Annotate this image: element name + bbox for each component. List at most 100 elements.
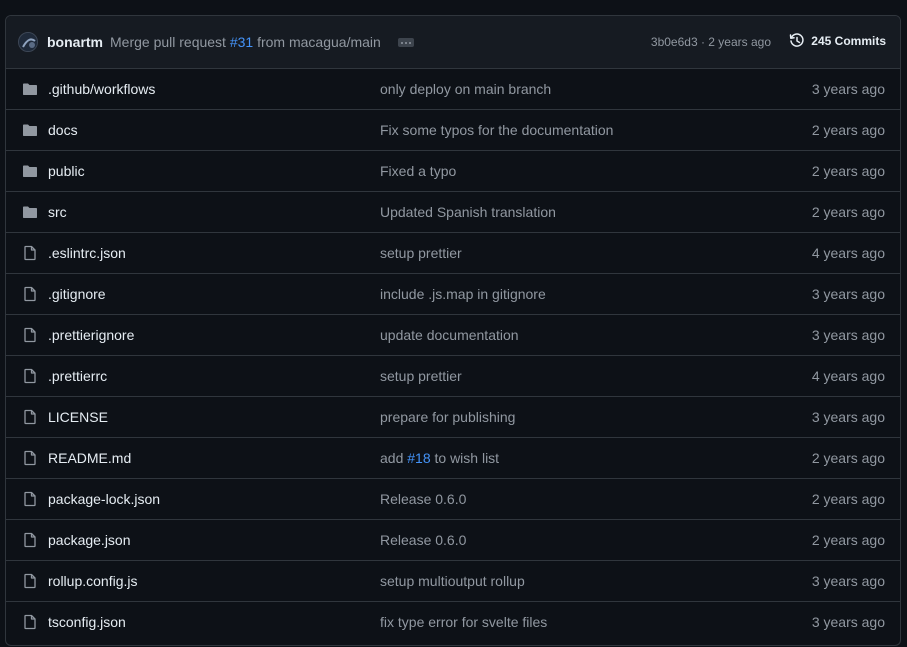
file-name-link[interactable]: package-lock.json bbox=[48, 491, 160, 507]
file-commit-message[interactable]: Fixed a typo bbox=[380, 163, 456, 179]
file-name-link[interactable]: .eslintrc.json bbox=[48, 245, 126, 261]
file-commit-message[interactable]: only deploy on main branch bbox=[380, 81, 551, 97]
history-icon bbox=[790, 33, 804, 47]
file-row[interactable]: .prettierrc setup prettier 4 years ago bbox=[6, 356, 900, 397]
file-name-link[interactable]: tsconfig.json bbox=[48, 614, 126, 630]
file-commit-message[interactable]: add #18 to wish list bbox=[380, 450, 499, 466]
file-row[interactable]: README.md add #18 to wish list 2 years ago bbox=[6, 438, 900, 479]
folder-icon bbox=[22, 81, 38, 97]
file-icon bbox=[22, 450, 38, 466]
commit-message-suffix: from macagua/main bbox=[253, 34, 381, 50]
file-name-link[interactable]: .prettierignore bbox=[48, 327, 134, 343]
commit-message-text: Updated Spanish translation bbox=[380, 204, 556, 220]
latest-commit-header: bonartm Merge pull request #31 from maca… bbox=[6, 16, 900, 69]
file-commit-message[interactable]: Fix some typos for the documentation bbox=[380, 122, 613, 138]
folder-icon bbox=[22, 204, 38, 220]
file-commit-message[interactable]: Release 0.6.0 bbox=[380, 491, 466, 507]
commit-message-text: setup prettier bbox=[380, 245, 462, 261]
file-row[interactable]: rollup.config.js setup multioutput rollup… bbox=[6, 561, 900, 602]
file-commit-message[interactable]: setup multioutput rollup bbox=[380, 573, 525, 589]
file-commit-age[interactable]: 4 years ago bbox=[812, 245, 885, 261]
commit-message-text: only deploy on main branch bbox=[380, 81, 552, 97]
file-icon bbox=[22, 491, 38, 507]
file-name-link[interactable]: package.json bbox=[48, 532, 131, 548]
file-commit-age[interactable]: 2 years ago bbox=[812, 122, 885, 138]
file-row[interactable]: docs Fix some typos for the documentation… bbox=[6, 110, 900, 151]
file-row[interactable]: .eslintrc.json setup prettier 4 years ago bbox=[6, 233, 900, 274]
file-commit-message[interactable]: Release 0.6.0 bbox=[380, 532, 466, 548]
commit-message-prefix: Merge pull request bbox=[110, 34, 230, 50]
commit-message-suffix: to wish list bbox=[430, 450, 500, 466]
commit-message-text: setup prettier bbox=[380, 368, 462, 384]
file-commit-age[interactable]: 3 years ago bbox=[812, 327, 885, 343]
file-icon bbox=[22, 409, 38, 425]
file-commit-message[interactable]: fix type error for svelte files bbox=[380, 614, 547, 630]
file-name-link[interactable]: public bbox=[48, 163, 85, 179]
file-icon bbox=[22, 532, 38, 548]
file-name-link[interactable]: .gitignore bbox=[48, 286, 106, 302]
file-icon bbox=[22, 327, 38, 343]
file-commit-age[interactable]: 2 years ago bbox=[812, 204, 885, 220]
commit-message-prefix: add bbox=[380, 450, 408, 466]
file-row[interactable]: src Updated Spanish translation 2 years ag… bbox=[6, 192, 900, 233]
commit-message-text: Fix some typos for the documentation bbox=[380, 122, 614, 138]
file-commit-age[interactable]: 2 years ago bbox=[812, 532, 885, 548]
file-commit-age[interactable]: 3 years ago bbox=[812, 614, 885, 630]
file-name-link[interactable]: docs bbox=[48, 122, 78, 138]
file-commit-message[interactable]: Updated Spanish translation bbox=[380, 204, 556, 220]
commit-message-text: include .js.map in gitignore bbox=[380, 286, 546, 302]
commit-message-text: fix type error for svelte files bbox=[380, 614, 548, 630]
file-commit-age[interactable]: 2 years ago bbox=[812, 450, 885, 466]
commit-message-text: Release 0.6.0 bbox=[380, 491, 467, 507]
folder-icon bbox=[22, 163, 38, 179]
commit-author[interactable]: bonartm bbox=[47, 34, 103, 50]
commit-message-text: Release 0.6.0 bbox=[380, 532, 467, 548]
file-row[interactable]: .prettierignore update documentation 3 yea… bbox=[6, 315, 900, 356]
file-commit-age[interactable]: 3 years ago bbox=[812, 81, 885, 97]
file-icon bbox=[22, 368, 38, 384]
file-commit-age[interactable]: 2 years ago bbox=[812, 163, 885, 179]
file-list: .github/workflows only deploy on main bra… bbox=[6, 69, 900, 642]
commits-link[interactable]: 245 Commits bbox=[789, 33, 886, 49]
file-row[interactable]: .gitignore include .js.map in gitignore 3 … bbox=[6, 274, 900, 315]
file-commit-age[interactable]: 4 years ago bbox=[812, 368, 885, 384]
file-name-link[interactable]: .github/workflows bbox=[48, 81, 155, 97]
commit-message-text: update documentation bbox=[380, 327, 519, 343]
file-name-link[interactable]: README.md bbox=[48, 450, 131, 466]
file-icon bbox=[22, 286, 38, 302]
file-row[interactable]: LICENSE prepare for publishing 3 years ago bbox=[6, 397, 900, 438]
commit-message-text: setup multioutput rollup bbox=[380, 573, 525, 589]
file-commit-age[interactable]: 3 years ago bbox=[812, 409, 885, 425]
commit-sha-time[interactable]: 3b0e6d3 · 2 years ago bbox=[651, 35, 771, 49]
file-commit-message[interactable]: include .js.map in gitignore bbox=[380, 286, 546, 302]
file-row[interactable]: tsconfig.json fix type error for svelte f… bbox=[6, 602, 900, 642]
commits-count: 245 Commits bbox=[811, 34, 886, 48]
file-row[interactable]: public Fixed a typo 2 years ago bbox=[6, 151, 900, 192]
file-name-link[interactable]: .prettierrc bbox=[48, 368, 107, 384]
file-icon bbox=[22, 245, 38, 261]
file-commit-message[interactable]: prepare for publishing bbox=[380, 409, 515, 425]
commit-message-text: Fixed a typo bbox=[380, 163, 457, 179]
file-commit-message[interactable]: update documentation bbox=[380, 327, 519, 343]
file-name-link[interactable]: src bbox=[48, 204, 67, 220]
file-row[interactable]: .github/workflows only deploy on main bra… bbox=[6, 69, 900, 110]
commit-message[interactable]: Merge pull request #31 from macagua/main bbox=[110, 34, 381, 50]
user-avatar[interactable] bbox=[18, 32, 38, 52]
file-browser: bonartm Merge pull request #31 from maca… bbox=[5, 15, 901, 646]
folder-icon bbox=[22, 122, 38, 138]
file-commit-age[interactable]: 3 years ago bbox=[812, 573, 885, 589]
file-icon bbox=[22, 573, 38, 589]
file-commit-message[interactable]: setup prettier bbox=[380, 368, 462, 384]
file-commit-age[interactable]: 3 years ago bbox=[812, 286, 885, 302]
file-commit-message[interactable]: setup prettier bbox=[380, 245, 462, 261]
file-name-link[interactable]: rollup.config.js bbox=[48, 573, 138, 589]
issue-link[interactable]: #18 bbox=[407, 450, 430, 466]
file-icon bbox=[22, 614, 38, 630]
file-commit-age[interactable]: 2 years ago bbox=[812, 491, 885, 507]
file-name-link[interactable]: LICENSE bbox=[48, 409, 108, 425]
kebab-horizontal-icon[interactable] bbox=[398, 38, 414, 47]
commit-message-text: prepare for publishing bbox=[380, 409, 516, 425]
pull-request-link[interactable]: #31 bbox=[230, 34, 253, 50]
file-row[interactable]: package-lock.json Release 0.6.0 2 years ag… bbox=[6, 479, 900, 520]
file-row[interactable]: package.json Release 0.6.0 2 years ago bbox=[6, 520, 900, 561]
